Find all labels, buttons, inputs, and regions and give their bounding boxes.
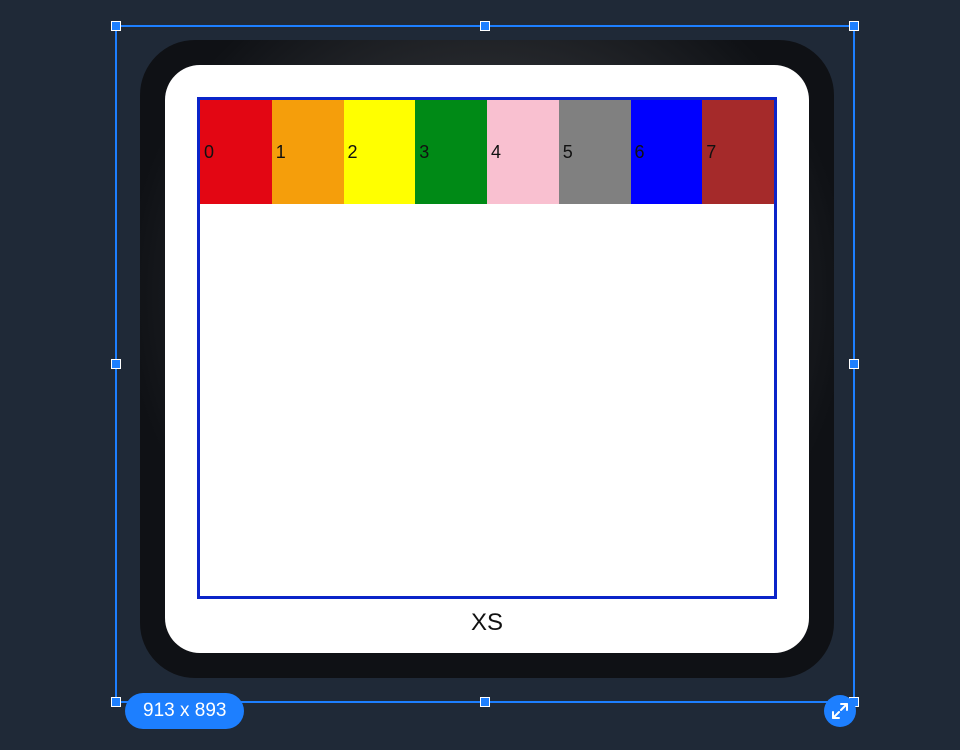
swatch-label: 4	[491, 142, 501, 163]
swatch-0: 0	[200, 100, 272, 204]
swatch-1: 1	[272, 100, 344, 204]
resize-handle-bottom-middle[interactable]	[480, 697, 490, 707]
selection-size-badge: 913 x 893	[125, 693, 244, 729]
swatch-row: 0 1 2 3 4 5 6 7	[200, 100, 774, 204]
device-frame: 0 1 2 3 4 5 6 7 XS	[140, 40, 834, 678]
expand-icon	[832, 703, 848, 719]
resize-handle-bottom-left[interactable]	[111, 697, 121, 707]
swatch-2: 2	[344, 100, 416, 204]
resize-handle-top-middle[interactable]	[480, 21, 490, 31]
swatch-6: 6	[631, 100, 703, 204]
swatch-7: 7	[702, 100, 774, 204]
swatch-label: 6	[635, 142, 645, 163]
expand-button[interactable]	[824, 695, 856, 727]
swatch-5: 5	[559, 100, 631, 204]
resize-handle-top-right[interactable]	[849, 21, 859, 31]
responsive-viewport: 0 1 2 3 4 5 6 7	[197, 97, 777, 599]
resize-handle-top-left[interactable]	[111, 21, 121, 31]
swatch-label: 0	[204, 142, 214, 163]
swatch-3: 3	[415, 100, 487, 204]
resize-handle-middle-right[interactable]	[849, 359, 859, 369]
swatch-4: 4	[487, 100, 559, 204]
device-screen: 0 1 2 3 4 5 6 7 XS	[165, 65, 809, 653]
swatch-label: 7	[706, 142, 716, 163]
breakpoint-label: XS	[197, 599, 777, 641]
swatch-label: 3	[419, 142, 429, 163]
swatch-label: 2	[348, 142, 358, 163]
swatch-label: 5	[563, 142, 573, 163]
swatch-label: 1	[276, 142, 286, 163]
resize-handle-middle-left[interactable]	[111, 359, 121, 369]
